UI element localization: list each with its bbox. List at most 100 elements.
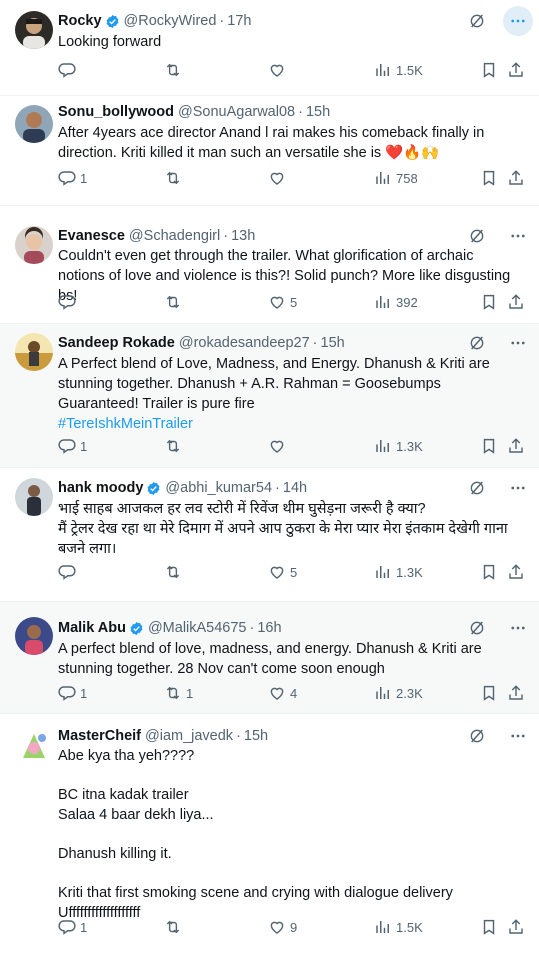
bookmark-button[interactable] [480,437,498,455]
like-button[interactable]: 4 [268,684,297,702]
author-handle[interactable]: @SonuAgarwal08 [178,104,295,120]
share-button[interactable] [507,293,525,311]
retweet-button[interactable] [164,61,186,79]
tweet[interactable]: Sonu_bollywood @SonuAgarwal08 · 15h Afte… [0,96,539,206]
like-button[interactable] [268,169,290,187]
share-button[interactable] [507,169,525,187]
author-name[interactable]: Sandeep Rokade [58,335,175,351]
reply-button[interactable] [58,293,80,311]
timestamp[interactable]: 15h [244,728,268,744]
tweet[interactable]: Malik Abu @MalikA54675 · 16h A perfect b… [0,602,539,714]
tweet[interactable]: Evanesce @Schadengirl · 13h Couldn't eve… [0,206,539,324]
author-handle[interactable]: @MalikA54675 [148,620,247,636]
avatar[interactable] [15,617,53,655]
views-icon [376,566,389,578]
reply-button[interactable]: 1 [58,169,87,187]
reply-button[interactable]: 1 [58,437,87,455]
views-button[interactable]: 1.3K [374,563,423,581]
author-name[interactable]: hank moody [58,480,143,496]
timestamp[interactable]: 14h [283,480,307,496]
author-handle[interactable]: @rokadesandeep27 [179,335,310,351]
bookmark-button[interactable] [480,293,498,311]
timestamp[interactable]: 13h [231,228,255,244]
views-button[interactable]: 1.3K [374,437,423,455]
tweet[interactable]: hank moody @abhi_kumar54 · 14h भाई साहब … [0,468,539,602]
avatar[interactable] [15,333,53,371]
share-button[interactable] [507,61,525,79]
views-icon [376,172,389,184]
avatar[interactable] [15,226,53,264]
tweet-body: भाई साहब आजकल हर लव स्टोरी में रिवेंज थी… [58,501,508,557]
share-button[interactable] [507,918,525,936]
like-button[interactable] [268,437,290,455]
author-handle[interactable]: @RockyWired [124,13,217,29]
retweet-button[interactable] [164,563,186,581]
timestamp[interactable]: 16h [257,620,281,636]
grok-icon[interactable] [469,335,485,351]
views-button[interactable]: 1.5K [374,918,423,936]
retweet-button[interactable] [164,918,186,936]
avatar[interactable] [15,11,53,49]
reply-button[interactable]: 1 [58,684,87,702]
reply-button[interactable] [58,61,80,79]
retweet-button[interactable]: 1 [164,684,193,702]
views-icon [376,296,389,308]
grok-icon[interactable] [469,480,485,496]
like-button[interactable]: 5 [268,293,297,311]
author-name[interactable]: Sonu_bollywood [58,104,174,120]
views-button[interactable]: 392 [374,293,418,311]
like-button[interactable] [268,61,290,79]
bookmark-button[interactable] [480,563,498,581]
author-name[interactable]: Malik Abu [58,620,126,636]
grok-icon[interactable] [469,620,485,636]
reply-icon [58,171,76,186]
share-button[interactable] [507,437,525,455]
avatar[interactable] [15,728,53,766]
author-name[interactable]: Evanesce [58,228,125,244]
views-icon [376,64,389,76]
bookmark-button[interactable] [480,918,498,936]
author-name[interactable]: MasterCheif [58,728,141,744]
retweet-button[interactable] [164,169,186,187]
tweet[interactable]: Rocky @RockyWired · 17h Looking forward … [0,0,539,96]
reply-button[interactable] [58,563,80,581]
author-handle[interactable]: @abhi_kumar54 [165,480,272,496]
more-icon [511,626,525,630]
timestamp[interactable]: 17h [227,13,251,29]
hashtag-link[interactable]: #TereIshkMeinTrailer [58,414,523,434]
author-name[interactable]: Rocky [58,13,102,29]
bookmark-button[interactable] [480,61,498,79]
share-button[interactable] [507,563,525,581]
views-button[interactable]: 1.5K [374,61,423,79]
grok-icon[interactable] [469,13,485,29]
views-button[interactable]: 2.3K [374,684,423,702]
tweet[interactable]: MasterCheif @iam_javedk · 15h Abe kya th… [0,714,539,955]
grok-icon[interactable] [469,228,485,244]
retweet-button[interactable] [164,293,186,311]
more-icon [511,341,525,345]
avatar[interactable] [15,478,53,516]
retweet-button[interactable] [164,437,186,455]
share-icon [509,62,523,77]
like-button[interactable]: 5 [268,563,297,581]
views-button[interactable]: 758 [374,169,418,187]
like-button[interactable]: 9 [268,918,297,936]
grok-icon[interactable] [469,728,485,744]
timestamp[interactable]: 15h [321,335,345,351]
author-handle[interactable]: @iam_javedk [145,728,233,744]
verified-badge-icon [130,621,143,635]
tweet-text: Looking forward [58,32,523,52]
separator-dot: · [236,728,241,744]
bookmark-button[interactable] [480,684,498,702]
avatar[interactable] [15,105,53,143]
share-button[interactable] [507,684,525,702]
views-count: 1.3K [396,564,423,580]
reply-button[interactable]: 1 [58,918,87,936]
tweet-text: Abe kya tha yeh???? BC itna kadak traile… [58,747,523,923]
tweet[interactable]: Sandeep Rokade @rokadesandeep27 · 15h A … [0,324,539,468]
timestamp[interactable]: 15h [306,104,330,120]
like-icon [270,64,284,77]
author-handle[interactable]: @Schadengirl [129,228,220,244]
like-icon [270,921,284,934]
bookmark-button[interactable] [480,169,498,187]
